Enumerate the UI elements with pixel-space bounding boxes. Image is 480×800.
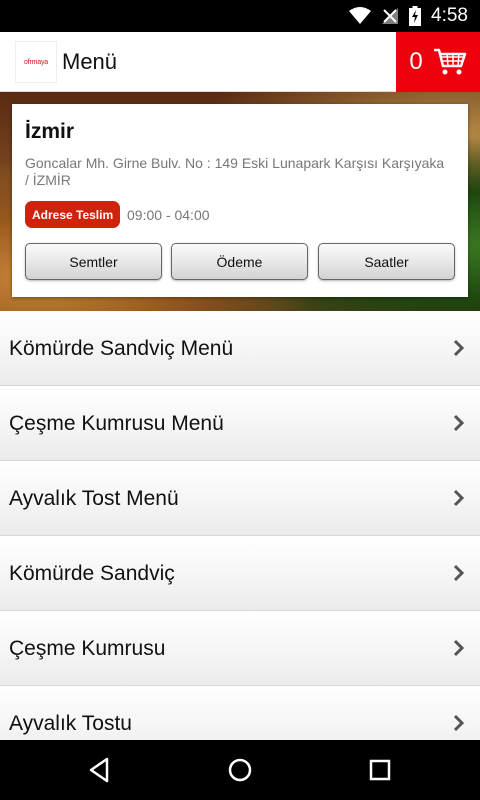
hours-button[interactable]: Saatler — [318, 243, 455, 280]
payment-button[interactable]: Ödeme — [171, 243, 308, 280]
chevron-right-icon — [453, 414, 465, 432]
cart-button[interactable]: 0 — [396, 32, 480, 92]
status-icons: 4:58 — [349, 0, 468, 32]
no-signal-icon — [382, 8, 399, 24]
chevron-right-icon — [453, 489, 465, 507]
districts-button[interactable]: Semtler — [25, 243, 162, 280]
logo-text: ofrmaya — [24, 58, 48, 66]
status-bar: 4:58 — [0, 0, 480, 32]
back-icon[interactable] — [85, 756, 115, 784]
home-icon[interactable] — [225, 756, 255, 784]
status-time: 4:58 — [431, 5, 468, 26]
list-item-label: Ayvalık Tostu — [9, 712, 132, 735]
page-title: Menü — [62, 49, 118, 74]
list-item[interactable]: Ayvalık Tost Menü — [0, 461, 480, 536]
system-navigation-bar — [0, 740, 480, 800]
brand-logo: ofrmaya — [15, 41, 57, 83]
restaurant-city: İzmir — [25, 120, 75, 143]
chevron-right-icon — [453, 339, 465, 357]
restaurant-address: Goncalar Mh. Girne Bulv. No : 149 Eski L… — [25, 155, 445, 188]
list-item[interactable]: Çeşme Kumrusu — [0, 611, 480, 686]
list-item-label: Ayvalık Tost Menü — [9, 487, 179, 510]
list-item[interactable]: Kömürde Sandviç — [0, 536, 480, 611]
list-item[interactable]: Ayvalık Tostu — [0, 686, 480, 740]
list-item[interactable]: Kömürde Sandviç Menü — [0, 311, 480, 386]
list-item-label: Kömürde Sandviç — [9, 562, 175, 585]
chevron-right-icon — [453, 639, 465, 657]
wifi-icon — [349, 7, 372, 24]
list-item-label: Çeşme Kumrusu — [9, 637, 166, 660]
battery-charging-icon — [409, 6, 422, 26]
app-bar: ofrmaya Menü 0 — [0, 32, 480, 92]
delivery-badge: Adrese Teslim — [25, 201, 121, 228]
list-item-label: Çeşme Kumrusu Menü — [9, 412, 224, 435]
recents-icon[interactable] — [365, 756, 395, 784]
list-item[interactable]: Çeşme Kumrusu Menü — [0, 386, 480, 461]
list-item-label: Kömürde Sandviç Menü — [9, 337, 234, 360]
restaurant-info-card: İzmir Goncalar Mh. Girne Bulv. No : 149 … — [12, 104, 468, 297]
cart-count: 0 — [409, 48, 423, 75]
chevron-right-icon — [453, 714, 465, 732]
opening-hours: 09:00 - 04:00 — [127, 207, 210, 223]
cart-icon — [433, 48, 466, 75]
menu-list: Kömürde Sandviç Menü Çeşme Kumrusu Menü … — [0, 311, 480, 740]
chevron-right-icon — [453, 564, 465, 582]
